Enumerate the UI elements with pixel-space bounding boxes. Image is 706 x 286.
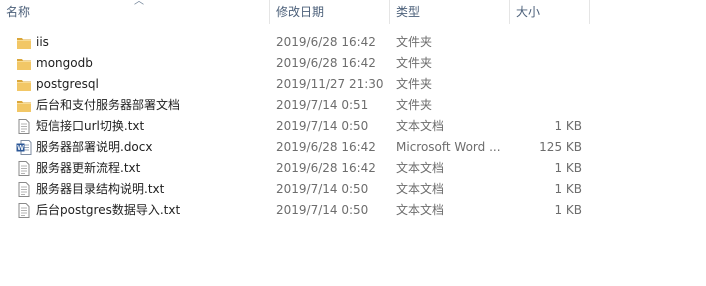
column-header-type[interactable]: 类型	[390, 0, 510, 26]
file-size	[510, 53, 582, 74]
file-type: Microsoft Word ...	[396, 140, 501, 154]
folder-icon	[16, 56, 32, 71]
file-size: 1 KB	[554, 182, 582, 196]
file-size	[510, 32, 582, 53]
file-name: mongodb	[36, 56, 93, 70]
column-divider[interactable]	[589, 0, 590, 24]
column-header-size-label: 大小	[516, 5, 541, 19]
text-file-icon	[16, 203, 32, 218]
file-row[interactable]: 服务器更新流程.txt 2019/6/28 16:42 文本文档 1 KB	[0, 158, 706, 179]
file-type: 文本文档	[396, 161, 445, 175]
word-doc-icon: W	[16, 140, 32, 155]
column-header-size[interactable]: 大小	[510, 0, 590, 26]
file-type: 文件夹	[396, 56, 433, 70]
file-size: 1 KB	[554, 161, 582, 175]
file-type: 文本文档	[396, 182, 445, 196]
file-list: iis 2019/6/28 16:42 文件夹 mongodb 2019/6/2…	[0, 32, 706, 221]
file-size	[510, 74, 582, 95]
file-name: 服务器部署说明.docx	[36, 140, 153, 154]
file-date: 2019/7/14 0:50	[276, 119, 369, 133]
file-date: 2019/7/14 0:51	[276, 98, 369, 112]
file-date: 2019/6/28 16:42	[276, 56, 376, 70]
file-date: 2019/6/28 16:42	[276, 140, 376, 154]
sort-ascending-icon: ︿	[134, 0, 144, 7]
column-header-date-label: 修改日期	[276, 5, 325, 19]
file-type: 文件夹	[396, 77, 433, 91]
file-size: 1 KB	[554, 203, 582, 217]
file-row[interactable]: 服务器目录结构说明.txt 2019/7/14 0:50 文本文档 1 KB	[0, 179, 706, 200]
file-name: 服务器目录结构说明.txt	[36, 182, 165, 196]
file-name: 后台postgres数据导入.txt	[36, 203, 181, 217]
file-size: 1 KB	[554, 119, 582, 133]
svg-text:W: W	[17, 145, 24, 152]
file-row[interactable]: 后台postgres数据导入.txt 2019/7/14 0:50 文本文档 1…	[0, 200, 706, 221]
file-type: 文件夹	[396, 98, 433, 112]
file-row[interactable]: postgresql 2019/11/27 21:30 文件夹	[0, 74, 706, 95]
text-file-icon	[16, 161, 32, 176]
file-row[interactable]: 后台和支付服务器部署文档 2019/7/14 0:51 文件夹	[0, 95, 706, 116]
file-row[interactable]: 短信接口url切换.txt 2019/7/14 0:50 文本文档 1 KB	[0, 116, 706, 137]
column-header-name-label: 名称	[6, 5, 31, 19]
file-name: 后台和支付服务器部署文档	[36, 98, 181, 112]
column-header-type-label: 类型	[396, 5, 421, 19]
text-file-icon	[16, 119, 32, 134]
column-header-name[interactable]: 名称 ︿	[0, 0, 270, 26]
file-date: 2019/7/14 0:50	[276, 203, 369, 217]
file-row[interactable]: iis 2019/6/28 16:42 文件夹	[0, 32, 706, 53]
file-name: 服务器更新流程.txt	[36, 161, 141, 175]
file-size: 125 KB	[539, 140, 582, 154]
text-file-icon	[16, 182, 32, 197]
file-type: 文本文档	[396, 203, 445, 217]
file-size	[510, 95, 582, 116]
file-date: 2019/6/28 16:42	[276, 35, 376, 49]
folder-icon	[16, 77, 32, 92]
folder-icon	[16, 98, 32, 113]
file-date: 2019/6/28 16:42	[276, 161, 376, 175]
column-header: 名称 ︿ 修改日期 类型 大小	[0, 0, 706, 26]
file-name: postgresql	[36, 77, 99, 91]
file-row[interactable]: mongodb 2019/6/28 16:42 文件夹	[0, 53, 706, 74]
file-type: 文件夹	[396, 35, 433, 49]
file-name: iis	[36, 35, 49, 49]
file-row[interactable]: W 服务器部署说明.docx 2019/6/28 16:42 Microsoft…	[0, 137, 706, 158]
column-header-date[interactable]: 修改日期	[270, 0, 390, 26]
file-type: 文本文档	[396, 119, 445, 133]
file-date: 2019/7/14 0:50	[276, 182, 369, 196]
file-name: 短信接口url切换.txt	[36, 119, 145, 133]
folder-icon	[16, 35, 32, 50]
file-date: 2019/11/27 21:30	[276, 77, 384, 91]
